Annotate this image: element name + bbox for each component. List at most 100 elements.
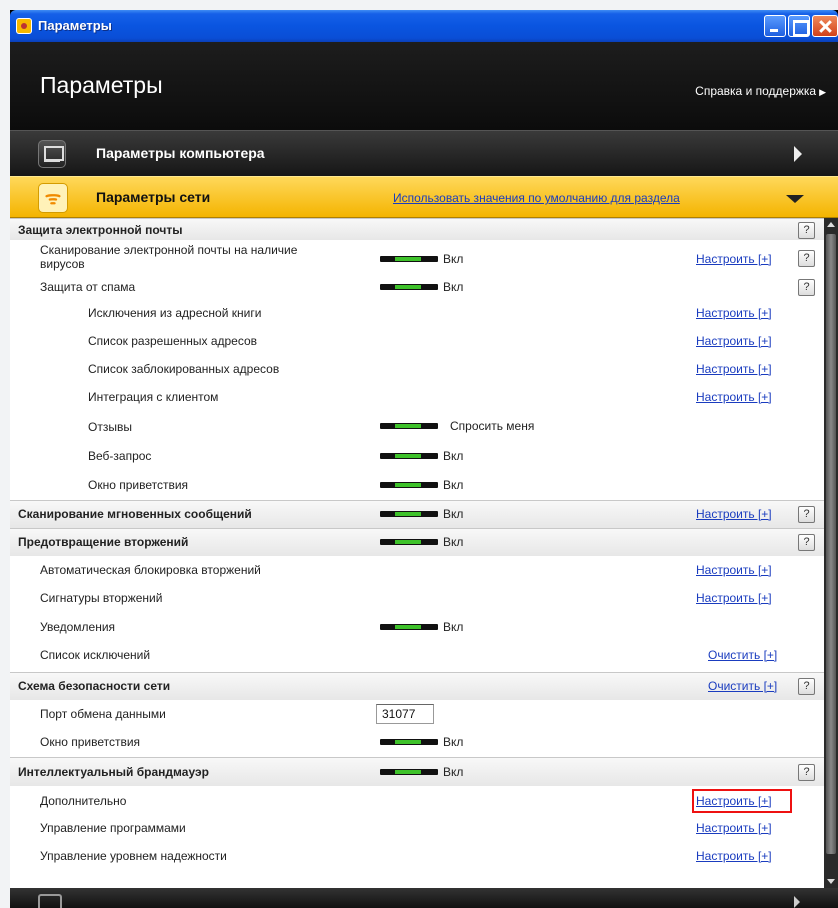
status-label: Вкл <box>443 735 464 749</box>
row-allowed-addresses: Список разрешенных адресов Настроить [+] <box>10 327 824 356</box>
toggle-on-icon <box>380 539 438 545</box>
row-auto-block: Автоматическая блокировка вторжений Наст… <box>10 556 824 585</box>
configure-link[interactable]: Настроить [+] <box>696 306 772 320</box>
scroll-up-icon[interactable] <box>827 222 835 227</box>
port-input[interactable]: 31077 <box>376 704 434 724</box>
section-bar-network[interactable]: ᯤ Параметры сети Использовать значения п… <box>10 176 838 218</box>
status-toggle[interactable]: Вкл <box>380 449 463 463</box>
row-label: Предотвращение вторжений <box>18 535 189 549</box>
help-button[interactable]: ? <box>798 279 815 296</box>
help-support-label: Справка и поддержка <box>695 84 817 98</box>
row-welcome-window: Окно приветствия Вкл <box>10 472 824 500</box>
section-im-scanning: Сканирование мгновенных сообщений Вкл На… <box>10 500 824 528</box>
title-bar[interactable]: Параметры <box>10 10 838 42</box>
section-bar-computer[interactable]: Параметры компьютера <box>10 130 838 176</box>
status-toggle[interactable]: Вкл <box>380 507 463 521</box>
row-feedback: Отзывы Спросить меня <box>10 414 824 443</box>
row-spam-protection: Защита от спама Вкл ? <box>10 276 824 298</box>
chevron-right-icon <box>794 146 802 162</box>
row-address-book-exclusions: Исключения из адресной книги Настроить [… <box>10 298 824 327</box>
configure-link[interactable]: Настроить [+] <box>696 252 772 266</box>
close-button[interactable] <box>812 15 838 37</box>
row-label: Защита электронной почты <box>18 223 183 237</box>
status-label: Вкл <box>443 449 464 463</box>
wifi-icon: ᯤ <box>38 183 68 213</box>
section-bar-next[interactable] <box>10 888 838 908</box>
row-label: Список разрешенных адресов <box>88 334 258 348</box>
configure-link[interactable]: Настроить [+] <box>696 563 772 577</box>
section-intrusion-prevention: Предотвращение вторжений Вкл ? <box>10 528 824 556</box>
status-toggle[interactable]: Вкл <box>380 535 463 549</box>
configure-link[interactable]: Настроить [+] <box>696 507 772 521</box>
row-label: Порт обмена данными <box>40 707 166 721</box>
status-toggle[interactable]: Вкл <box>380 765 463 779</box>
clear-link[interactable]: Очистить [+] <box>708 648 777 662</box>
status-label: Спросить меня <box>450 419 535 433</box>
section-icon <box>38 894 62 908</box>
clear-link[interactable]: Очистить [+] <box>708 679 777 693</box>
scroll-down-icon[interactable] <box>827 879 835 884</box>
computer-icon <box>38 140 66 168</box>
maximize-button[interactable] <box>788 15 810 37</box>
status-toggle[interactable]: Вкл <box>380 620 463 634</box>
help-button[interactable]: ? <box>798 764 815 781</box>
app-icon <box>16 18 32 34</box>
vertical-scrollbar[interactable] <box>824 218 838 888</box>
toggle-on-icon <box>380 624 438 630</box>
row-program-control: Управление программами Настроить [+] <box>10 815 824 844</box>
row-label: Сканирование мгновенных сообщений <box>18 507 252 521</box>
help-button[interactable]: ? <box>798 506 815 523</box>
minimize-button[interactable] <box>764 15 786 37</box>
status-toggle[interactable]: Вкл <box>380 478 463 492</box>
status-toggle[interactable]: Спросить меня <box>380 419 534 433</box>
row-trust-level: Управление уровнем надежности Настроить … <box>10 844 824 873</box>
use-defaults-link[interactable]: Использовать значения по умолчанию для р… <box>393 191 680 205</box>
row-label: Управление уровнем надежности <box>40 849 227 863</box>
page-title: Параметры <box>40 72 163 98</box>
chevron-right-icon: ▶ <box>819 87 826 97</box>
row-welcome-window-2: Окно приветствия Вкл <box>10 729 824 757</box>
row-label: Интеллектуальный брандмауэр <box>18 765 209 779</box>
configure-link[interactable]: Настроить [+] <box>696 591 772 605</box>
status-toggle[interactable]: Вкл <box>380 735 463 749</box>
chevron-right-icon <box>794 896 800 908</box>
configure-link[interactable]: Настроить [+] <box>696 794 772 808</box>
toggle-ask-icon <box>380 423 438 429</box>
help-button[interactable]: ? <box>798 678 815 695</box>
status-label: Вкл <box>443 535 464 549</box>
row-label: Окно приветствия <box>88 478 189 492</box>
configure-link[interactable]: Настроить [+] <box>696 849 772 863</box>
help-button[interactable]: ? <box>798 222 815 239</box>
scroll-thumb[interactable] <box>826 234 836 854</box>
header: Параметры Справка и поддержка ▶ <box>10 42 838 130</box>
row-label: Управление программами <box>40 821 186 835</box>
section-bar-network-label: Параметры сети <box>96 189 211 205</box>
row-email-scan: Сканирование электронной почты на наличи… <box>10 240 824 276</box>
row-label: Отзывы <box>88 420 132 434</box>
row-web-request: Веб-запрос Вкл <box>10 443 824 472</box>
section-smart-firewall: Интеллектуальный брандмауэр Вкл ? <box>10 757 824 786</box>
status-label: Вкл <box>443 765 464 779</box>
row-communication-port: Порт обмена данными 31077 <box>10 700 824 729</box>
row-label: Дополнительно <box>40 794 127 808</box>
configure-link[interactable]: Настроить [+] <box>696 390 772 404</box>
toggle-on-icon <box>380 482 438 488</box>
help-button[interactable]: ? <box>798 250 815 267</box>
section-network-security-map: Схема безопасности сети Очистить [+] ? <box>10 672 824 700</box>
help-button[interactable]: ? <box>798 534 815 551</box>
status-label: Вкл <box>443 507 464 521</box>
section-bar-computer-label: Параметры компьютера <box>96 145 265 161</box>
row-label: Схема безопасности сети <box>18 679 171 693</box>
status-toggle[interactable]: Вкл <box>380 252 463 266</box>
chevron-down-icon <box>786 195 804 203</box>
row-label: Защита от спама <box>40 280 136 294</box>
configure-link[interactable]: Настроить [+] <box>696 334 772 348</box>
help-support-link[interactable]: Справка и поддержка ▶ <box>695 84 826 98</box>
window-title: Параметры <box>38 18 112 33</box>
configure-link[interactable]: Настроить [+] <box>696 362 772 376</box>
toggle-on-icon <box>380 511 438 517</box>
configure-link[interactable]: Настроить [+] <box>696 821 772 835</box>
status-label: Вкл <box>443 280 464 294</box>
row-label: Сканирование электронной почты на наличи… <box>40 243 298 271</box>
status-toggle[interactable]: Вкл <box>380 280 463 294</box>
